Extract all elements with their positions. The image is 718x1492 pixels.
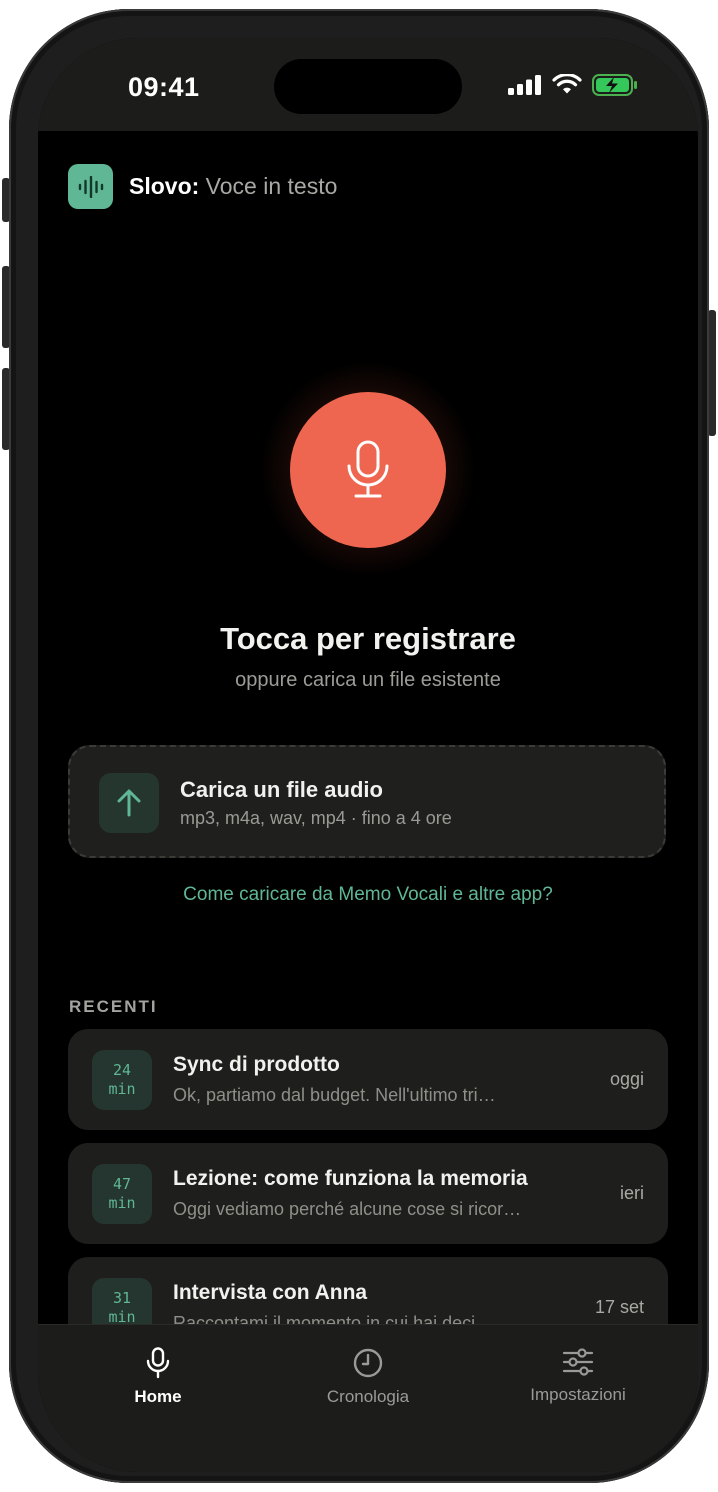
recent-snippet: Oggi vediamo perché alcune cose si ricor… (173, 1199, 522, 1219)
phone-frame: 09:41 Slovo: Voce in testo Tocca per reg… (9, 9, 709, 1483)
tab-impostazioni[interactable]: Impostazioni (478, 1347, 678, 1405)
tab-home[interactable]: Home (58, 1347, 258, 1407)
recent-item[interactable]: 24 min Sync di prodotto Ok, partiamo dal… (68, 1029, 668, 1130)
duration-unit: min (108, 1080, 136, 1098)
upload-subtitle: mp3, m4a, wav, mp4 · fino a 4 ore (180, 808, 452, 828)
status-bar: 09:41 (38, 38, 698, 131)
app-logo (68, 164, 113, 209)
duration-value: 24 (112, 1061, 132, 1079)
recent-date: oggi (609, 1069, 644, 1089)
recent-title: Intervista con Anna (173, 1281, 368, 1304)
cellular-signal-icon (508, 75, 541, 95)
mic-icon (146, 1347, 170, 1379)
recent-title: Lezione: come funziona la memoria (173, 1167, 528, 1190)
upload-file-card[interactable]: Carica un file audio mp3, m4a, wav, mp4 … (68, 745, 666, 858)
upload-icon-box (99, 773, 159, 833)
record-subtitle: oppure carica un file esistente (235, 669, 501, 691)
duration-badge: 47 min (92, 1164, 152, 1224)
power-button[interactable] (708, 310, 716, 436)
app-title: Slovo: Voce in testo (129, 173, 337, 200)
app-tagline: Voce in testo (199, 173, 338, 199)
waveform-icon (78, 175, 103, 198)
record-title: Tocca per registrare (220, 621, 516, 656)
recent-title: Sync di prodotto (173, 1053, 340, 1076)
status-icons (508, 74, 638, 96)
app-name: Slovo (129, 173, 192, 199)
duration-value: 47 (112, 1175, 132, 1193)
recent-date: ieri (619, 1183, 644, 1203)
recent-snippet: Ok, partiamo dal budget. Nell'ultimo tri… (173, 1085, 496, 1105)
battery-charging-icon (592, 74, 637, 96)
screen: 09:41 Slovo: Voce in testo Tocca per reg… (38, 38, 698, 1472)
sliders-icon (562, 1348, 594, 1376)
tab-bar: Home Cronologia Impostazioni (38, 1324, 698, 1472)
record-button[interactable] (290, 392, 446, 548)
microphone-icon (347, 440, 389, 498)
recent-date: 17 set (594, 1297, 644, 1317)
upload-title: Carica un file audio (180, 777, 383, 802)
app-header: Slovo: Voce in testo (68, 164, 337, 209)
upload-help-link[interactable]: Come caricare da Memo Vocali e altre app… (38, 884, 698, 906)
arrow-up-icon (117, 789, 141, 817)
tab-impostazioni-label: Impostazioni (530, 1385, 626, 1404)
dynamic-island (274, 59, 462, 114)
tab-cronologia[interactable]: Cronologia (268, 1347, 468, 1407)
tab-cronologia-label: Cronologia (326, 1387, 410, 1406)
clock-icon (353, 1348, 383, 1378)
tab-home-label: Home (134, 1387, 182, 1406)
duration-unit: min (108, 1194, 136, 1212)
recents-section-label: RECENTI (69, 997, 158, 1016)
duration-value: 31 (112, 1289, 132, 1307)
recent-item[interactable]: 47 min Lezione: come funziona la memoria… (68, 1143, 668, 1244)
status-time: 09:41 (128, 72, 200, 102)
duration-badge: 24 min (92, 1050, 152, 1110)
wifi-icon (552, 74, 582, 94)
